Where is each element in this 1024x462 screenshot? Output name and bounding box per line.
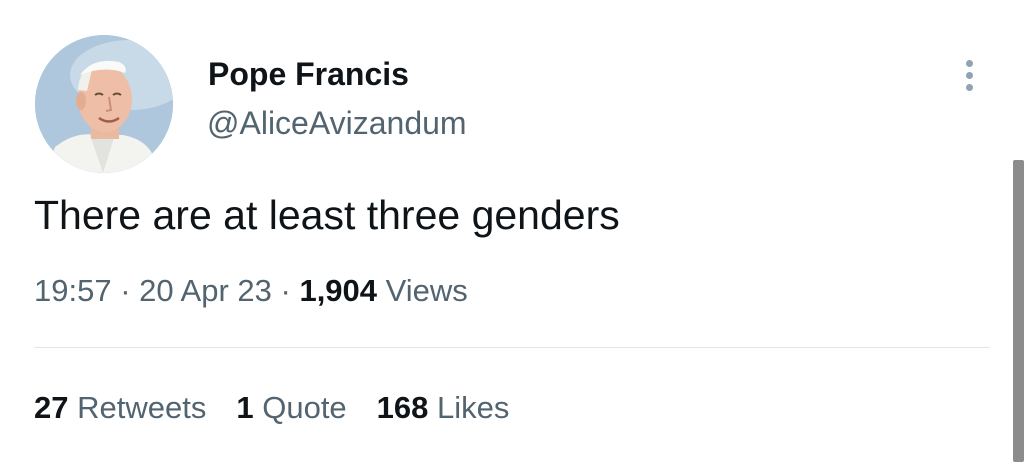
quotes-stat[interactable]: 1 Quote (236, 390, 346, 426)
more-vertical-icon[interactable] (958, 58, 982, 94)
views-label: Views (385, 273, 468, 308)
tweet-date[interactable]: 20 Apr 23 (139, 273, 272, 308)
meta-separator: · (280, 273, 291, 308)
tweet-card: Pope Francis @AliceAvizandum There are a… (0, 0, 1024, 462)
retweets-count: 27 (34, 390, 69, 425)
quotes-count: 1 (236, 390, 254, 425)
retweets-stat[interactable]: 27 Retweets (34, 390, 206, 426)
likes-label: Likes (437, 390, 510, 425)
tweet-time[interactable]: 19:57 (34, 273, 112, 308)
engagement-stats: 27 Retweets 1 Quote 168 Likes (34, 390, 539, 426)
tweet-text: There are at least three genders (34, 192, 620, 238)
scrollbar[interactable] (1013, 160, 1024, 462)
views-count: 1,904 (299, 273, 378, 308)
retweets-label: Retweets (77, 390, 207, 425)
avatar-image (35, 35, 173, 173)
avatar[interactable] (35, 35, 173, 173)
divider (34, 347, 990, 348)
display-name[interactable]: Pope Francis (208, 56, 409, 93)
meta-separator: · (120, 273, 131, 308)
tweet-meta: 19:57 · 20 Apr 23 · 1,904 Views (34, 273, 468, 309)
user-handle[interactable]: @AliceAvizandum (207, 105, 467, 142)
quotes-label: Quote (262, 390, 347, 425)
likes-stat[interactable]: 168 Likes (377, 390, 510, 426)
likes-count: 168 (376, 390, 429, 425)
